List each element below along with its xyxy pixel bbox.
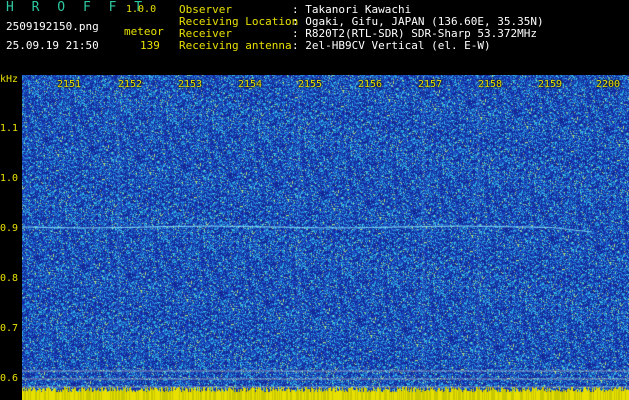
spectrogram-plot [22, 75, 629, 400]
file-name: 2509192150.png [6, 20, 99, 33]
y-tick-label: 0.6 [0, 373, 19, 384]
y-tick-label: 0.8 [0, 273, 19, 284]
y-tick-label: 0.7 [0, 323, 19, 334]
detection-type: meteor [124, 25, 164, 38]
header-panel: H R O F F T 1.0.0 2509192150.png meteor … [0, 0, 629, 75]
y-axis-unit: kHz [0, 74, 19, 85]
x-tick-label: 2159 [538, 79, 563, 90]
detection-count: 139 [140, 39, 160, 52]
capture-datetime: 25.09.19 21:50 [6, 39, 99, 52]
x-tick-label: 2157 [418, 79, 443, 90]
x-tick-label: 2200 [596, 79, 621, 90]
x-tick-label: 2154 [238, 79, 263, 90]
app-version: 1.0.0 [126, 4, 157, 15]
x-tick-label: 2156 [358, 79, 383, 90]
y-tick-label: 1.1 [0, 123, 19, 134]
y-tick-label: 0.9 [0, 223, 19, 234]
spectrogram-canvas [22, 75, 629, 400]
x-tick-label: 2155 [298, 79, 323, 90]
antenna-value: : 2el-HB9CV Vertical (el. E-W) [292, 39, 491, 52]
antenna-label: Receiving antenna [179, 39, 292, 52]
x-tick-label: 2152 [118, 79, 143, 90]
x-tick-label: 2153 [178, 79, 203, 90]
x-tick-label: 2151 [57, 79, 82, 90]
y-tick-label: 1.0 [0, 173, 19, 184]
x-tick-label: 2158 [478, 79, 503, 90]
